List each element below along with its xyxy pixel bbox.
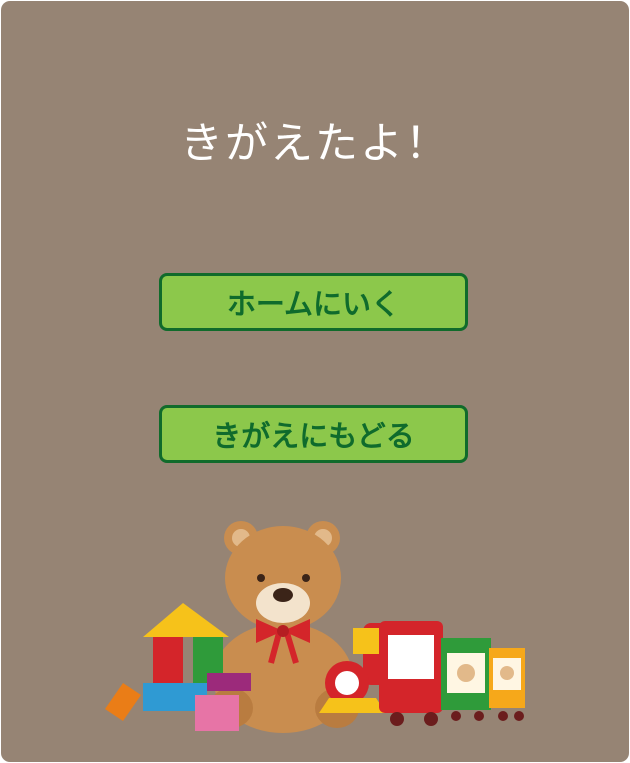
result-screen: きがえたよ！ ホームにいく きがえにもどる <box>1 1 629 762</box>
toys-illustration <box>105 521 525 733</box>
back-to-dressup-button[interactable]: きがえにもどる <box>159 405 468 463</box>
go-home-button[interactable]: ホームにいく <box>159 273 468 331</box>
page-title: きがえたよ！ <box>180 119 450 169</box>
toy-train-icon <box>319 621 525 726</box>
